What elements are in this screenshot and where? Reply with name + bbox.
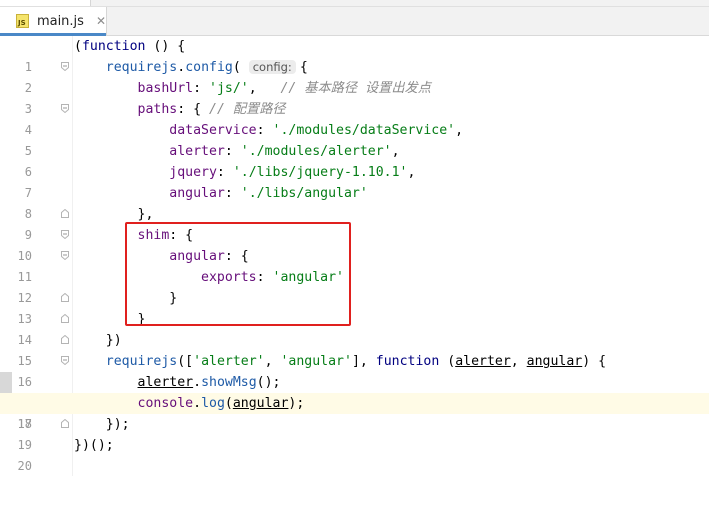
tab-label: main.js [36,13,84,29]
code-line: 11 angular: { [0,246,709,284]
code-line: 7 jquery: './libs/jquery-1.10.1', [0,162,709,200]
fold-toggle-icon[interactable] [61,62,69,71]
code-line: 8 angular: './libs/angular' [0,183,709,221]
close-icon[interactable]: ✕ [96,14,106,28]
code-line: 16 requirejs(['alerter', 'angular'], fun… [0,351,709,389]
code-line: 20 })(); [0,435,709,473]
code-line: 13 } [0,288,709,326]
fold-toggle-icon[interactable] [61,356,69,365]
fold-end-icon[interactable] [61,419,69,428]
code-line: 17 alerter.showMsg(); [0,372,709,431]
code-line: 15 }) [0,330,709,368]
partial-tab[interactable] [0,0,91,6]
fold-end-icon[interactable] [61,335,69,344]
fold-toggle-icon[interactable] [61,251,69,260]
editor-tab-strip-top [0,0,709,7]
fold-toggle-icon[interactable] [61,104,69,113]
code-line: 10 shim: { [0,225,709,263]
gutter-marker [0,372,12,393]
code-line: 4 paths: { // 配置路径 [0,99,709,137]
tab-main-js[interactable]: JS main.js ✕ [0,7,107,36]
code-line: 1 (function () { [0,36,709,74]
code-line: 9 }, [0,204,709,242]
javascript-file-icon: JS [16,14,29,28]
code-line: 6 alerter: './modules/alerter', [0,141,709,179]
fold-end-icon[interactable] [61,209,69,218]
current-code-line: 18 console.log(angular); [0,393,709,431]
code-line: 5 dataService: './modules/dataService', [0,120,709,158]
code-line: 3 bashUrl: 'js/', // 基本路径 设置出发点 [0,78,709,116]
code-line: 14 } [0,309,709,347]
code-line: 12 exports: 'angular' [0,267,709,305]
fold-toggle-icon[interactable] [61,230,69,239]
editor-tab-bar: JS main.js ✕ [0,7,709,36]
parameter-hint: config: [248,60,296,74]
line-number: 20 [17,459,32,473]
fold-end-icon[interactable] [61,293,69,302]
code-line: 2 requirejs.config( config:{ [0,57,709,95]
code-line: 19 }); [0,414,709,452]
code-editor[interactable]: 1 (function () { 2 requirejs.config( con… [0,36,709,476]
fold-end-icon[interactable] [61,314,69,323]
